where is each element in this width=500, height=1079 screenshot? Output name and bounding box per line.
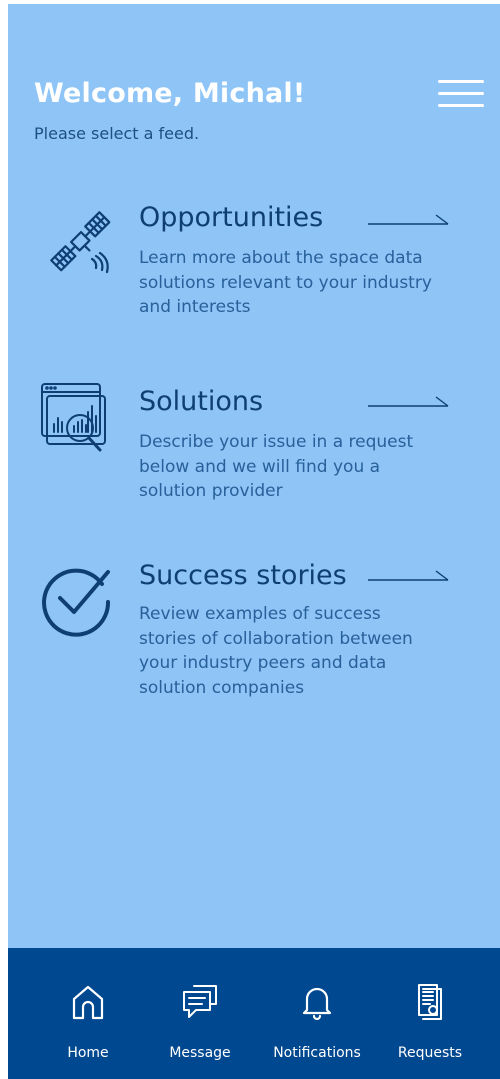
feed-description: Review examples of success stories of co… bbox=[139, 604, 413, 698]
satellite-icon bbox=[50, 211, 111, 274]
arrow-right-icon bbox=[368, 214, 449, 225]
menu-bar bbox=[438, 92, 484, 95]
nav-label: Requests bbox=[397, 1045, 463, 1061]
feed-title: Solutions bbox=[139, 386, 264, 417]
data-search-icon bbox=[41, 383, 106, 452]
feed-card-opportunities[interactable]: Opportunities Learn more about the space… bbox=[8, 202, 500, 332]
menu-bar bbox=[438, 104, 484, 107]
message-icon bbox=[183, 985, 217, 1018]
feed-description: Learn more about the space data solution… bbox=[139, 248, 432, 317]
nav-item-requests[interactable]: Requests bbox=[380, 948, 480, 1079]
hamburger-menu-button[interactable] bbox=[438, 78, 484, 112]
arrow-right-icon bbox=[368, 570, 449, 581]
app-screen: Welcome, Michal! Please select a feed. O… bbox=[8, 4, 500, 1079]
page-subtitle: Please select a feed. bbox=[34, 124, 200, 143]
feed-title: Success stories bbox=[139, 560, 347, 591]
nav-item-message[interactable]: Message bbox=[150, 948, 250, 1079]
feed-title: Opportunities bbox=[139, 202, 324, 233]
nav-label: Home bbox=[67, 1045, 109, 1061]
nav-item-home[interactable]: Home bbox=[38, 948, 138, 1079]
document-icon bbox=[418, 984, 442, 1020]
menu-bar bbox=[438, 80, 484, 83]
page-title: Welcome, Michal! bbox=[34, 78, 306, 109]
feed-card-solutions[interactable]: Solutions Describe your issue in a reque… bbox=[8, 383, 500, 516]
feed-card-success-stories[interactable]: Success stories Review examples of succe… bbox=[8, 560, 500, 710]
nav-label: Message bbox=[169, 1045, 231, 1061]
home-icon bbox=[72, 985, 104, 1020]
nav-item-notifications[interactable]: Notifications bbox=[267, 948, 367, 1079]
feed-description: Describe your issue in a request below a… bbox=[139, 432, 414, 501]
bell-icon bbox=[302, 987, 332, 1021]
arrow-right-icon bbox=[368, 396, 449, 407]
bottom-navbar: Home Message Notifications Requests bbox=[8, 948, 500, 1079]
check-circle-icon bbox=[42, 568, 111, 637]
nav-label: Notifications bbox=[273, 1045, 361, 1061]
